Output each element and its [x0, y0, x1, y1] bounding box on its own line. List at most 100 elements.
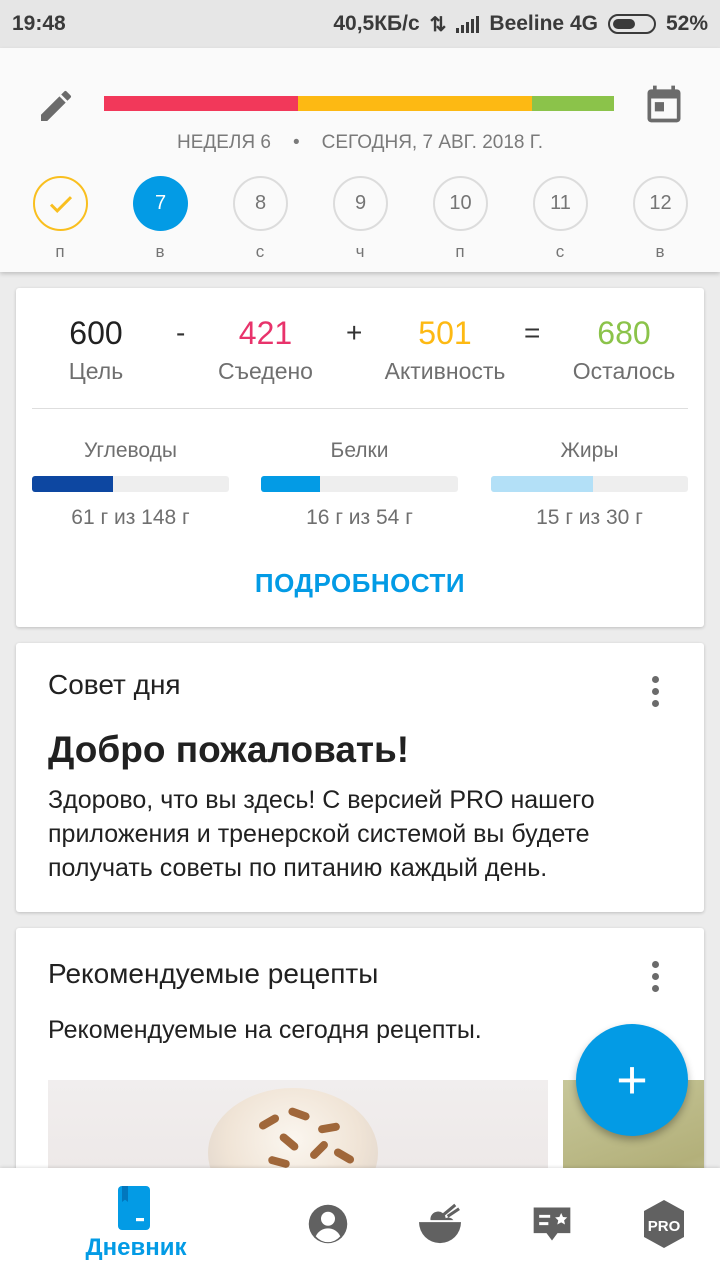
macro-name: Белки	[330, 439, 389, 462]
profile-icon	[308, 1204, 348, 1244]
calendar-icon	[647, 85, 681, 123]
macro-bar	[261, 476, 458, 492]
activity-value: 501	[418, 315, 472, 351]
macro-name: Жиры	[560, 439, 619, 462]
eaten-value: 421	[238, 315, 293, 351]
day-label: с	[255, 242, 265, 261]
macro-value: 16 г из 54 г	[306, 506, 413, 529]
day-circle: 8	[233, 176, 288, 231]
more-vert-icon	[651, 960, 659, 968]
carrier-name: Beeline 4G	[489, 12, 598, 35]
minus-sign: -	[176, 317, 186, 348]
day-circle	[33, 176, 88, 231]
date-label: СЕГОДНЯ, 7 АВГ. 2018 Г.	[321, 132, 543, 153]
nav-item-pro[interactable]: PRO	[636, 1168, 692, 1280]
eaten-label: Съедено	[218, 358, 313, 384]
activity-block: 501 Активность	[372, 312, 518, 388]
macro-carbs: Углеводы 61 г из 148 г	[32, 436, 229, 530]
macro-value: 61 г из 148 г	[71, 506, 190, 529]
divider	[32, 408, 688, 409]
nav-item-profile[interactable]	[300, 1168, 356, 1280]
day-circle: 9	[333, 176, 388, 231]
network-speed: 40,5КБ/с	[333, 12, 420, 35]
activity-label: Активность	[384, 358, 506, 384]
day-saturday[interactable]: 11 с	[530, 176, 590, 266]
pencil-icon	[41, 90, 72, 121]
status-bar: 19:48 40,5КБ/с ⇅ Beeline 4G 52%	[0, 0, 720, 48]
status-time: 19:48	[12, 12, 66, 35]
plans-icon	[533, 1207, 571, 1241]
edit-button[interactable]	[34, 84, 78, 128]
eaten-block: 421 Съедено	[208, 312, 323, 388]
week-days: п 7 в 8 с 9 ч 10 п 11 с 12 в	[0, 176, 720, 266]
diary-icon	[118, 1186, 150, 1230]
week-date-line: НЕДЕЛЯ 6 • СЕГОДНЯ, 7 АВГ. 2018 Г.	[0, 132, 720, 154]
recipes-subtitle: Рекомендуемые на сегодня рецепты.	[48, 1016, 482, 1044]
checkmark-icon	[49, 195, 72, 213]
day-thursday[interactable]: 9 ч	[330, 176, 390, 266]
recipes-bowl-icon	[419, 1203, 461, 1244]
day-monday[interactable]: п	[30, 176, 90, 266]
day-circle: 10	[433, 176, 488, 231]
macro-name: Углеводы	[83, 439, 177, 462]
day-label: п	[455, 242, 465, 261]
day-label: п	[55, 242, 65, 261]
data-transfer-icon: ⇅	[429, 13, 447, 36]
day-label: ч	[355, 242, 365, 261]
macro-bar-fill	[32, 476, 113, 492]
nav-label: Дневник	[85, 1234, 187, 1261]
add-entry-button[interactable]: +	[576, 1024, 688, 1136]
macro-bar-fill	[491, 476, 594, 492]
calorie-equation: 600 Цель - 421 Съедено + 501 Активность …	[16, 312, 704, 392]
goal-label: Цель	[68, 358, 124, 384]
macro-value: 15 г из 30 г	[536, 506, 643, 529]
signal-icon	[456, 15, 480, 33]
day-label: в	[655, 242, 665, 261]
progress-segment-eaten	[104, 96, 298, 111]
macro-fat: Жиры 15 г из 30 г	[491, 436, 688, 530]
day-circle: 7	[133, 176, 188, 231]
tip-of-day-card: Совет дня Добро пожаловать! Здорово, что…	[16, 643, 704, 912]
day-sunday[interactable]: 12 в	[630, 176, 690, 266]
goal-value: 600	[69, 315, 123, 351]
macro-bar-fill	[261, 476, 321, 492]
more-options-button[interactable]	[640, 669, 670, 713]
calendar-button[interactable]	[640, 80, 688, 128]
nav-item-recipes[interactable]	[412, 1168, 468, 1280]
tip-body: Здорово, что вы здесь! С версией PRO наш…	[48, 786, 595, 882]
week-label: НЕДЕЛЯ 6	[177, 132, 271, 153]
more-options-button[interactable]	[640, 954, 670, 998]
equals-sign: =	[524, 317, 541, 348]
more-vert-icon	[651, 675, 659, 683]
macro-protein: Белки 16 г из 54 г	[261, 436, 458, 530]
details-button[interactable]: ПОДРОБНОСТИ	[16, 568, 704, 599]
battery-percent: 52%	[665, 12, 708, 35]
svg-text:PRO: PRO	[648, 1218, 681, 1235]
pro-badge-icon: PRO	[644, 1200, 684, 1248]
progress-segment-activity	[297, 96, 533, 111]
nav-item-plans[interactable]	[524, 1168, 580, 1280]
battery-icon	[607, 14, 656, 34]
day-tuesday[interactable]: 7 в	[130, 176, 190, 266]
calorie-summary-card: 600 Цель - 421 Съедено + 501 Активность …	[16, 288, 704, 627]
calorie-progress-bar	[104, 96, 614, 111]
day-label: с	[555, 242, 565, 261]
day-label: в	[155, 242, 165, 261]
plus-sign: +	[346, 317, 363, 348]
day-circle: 11	[533, 176, 588, 231]
remaining-block: 680 Осталось	[564, 312, 684, 388]
bottom-navigation: Дневник PRO	[0, 1168, 720, 1280]
separator: •	[292, 132, 300, 153]
goal-block: 600 Цель	[46, 312, 146, 388]
day-friday[interactable]: 10 п	[430, 176, 490, 266]
progress-segment-remaining	[532, 96, 614, 111]
nav-item-diary[interactable]: Дневник	[72, 1168, 200, 1280]
day-circle: 12	[633, 176, 688, 231]
diary-header: НЕДЕЛЯ 6 • СЕГОДНЯ, 7 АВГ. 2018 Г. п 7 в 8…	[0, 48, 720, 272]
plus-icon: +	[616, 1050, 648, 1110]
card-title: Совет дня	[48, 669, 181, 700]
day-wednesday[interactable]: 8 с	[230, 176, 290, 266]
remaining-value: 680	[597, 315, 651, 351]
card-title: Рекомендуемые рецепты	[48, 958, 379, 989]
macro-bar	[491, 476, 688, 492]
